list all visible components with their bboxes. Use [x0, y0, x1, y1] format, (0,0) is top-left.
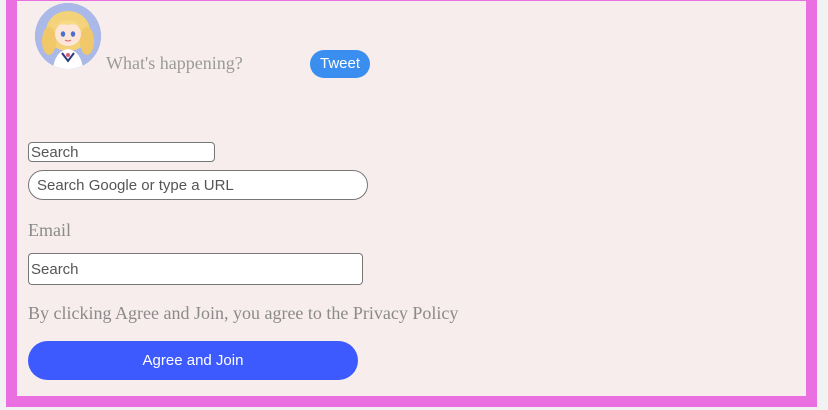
- avatar-image: [35, 3, 101, 69]
- agree-and-join-button[interactable]: Agree and Join: [28, 341, 358, 380]
- email-field[interactable]: [28, 253, 363, 285]
- composer-placeholder[interactable]: What's happening?: [106, 53, 243, 74]
- tweet-button[interactable]: Tweet: [310, 50, 370, 78]
- privacy-notice: By clicking Agree and Join, you agree to…: [28, 303, 459, 323]
- email-label: Email: [28, 220, 71, 240]
- search-input[interactable]: [28, 142, 215, 162]
- url-search-input[interactable]: [28, 170, 368, 200]
- avatar[interactable]: [35, 3, 101, 69]
